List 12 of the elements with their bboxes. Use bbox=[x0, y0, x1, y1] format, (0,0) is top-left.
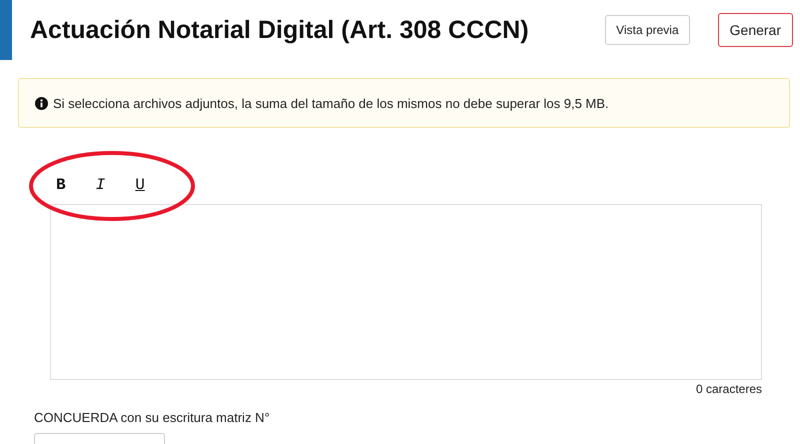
underline-button[interactable]: U bbox=[133, 176, 147, 194]
notice-text: Si selecciona archivos adjuntos, la suma del tamaño de los mismos no debe superar los 9,5 MB. bbox=[53, 96, 609, 110]
info-icon bbox=[35, 96, 48, 110]
italic-button[interactable]: I bbox=[94, 176, 108, 194]
title-accent-bar bbox=[0, 0, 12, 60]
bold-button[interactable]: B bbox=[54, 176, 68, 194]
character-counter: 0 caracteres bbox=[696, 382, 762, 396]
page-title: Actuación Notarial Digital (Art. 308 CCCN) bbox=[30, 16, 530, 44]
generate-button[interactable]: Generar bbox=[718, 13, 793, 47]
preview-button[interactable]: Vista previa bbox=[605, 15, 690, 45]
text-editor[interactable] bbox=[50, 204, 762, 380]
field-label: CONCUERDA con su escritura matriz N° bbox=[34, 410, 271, 425]
